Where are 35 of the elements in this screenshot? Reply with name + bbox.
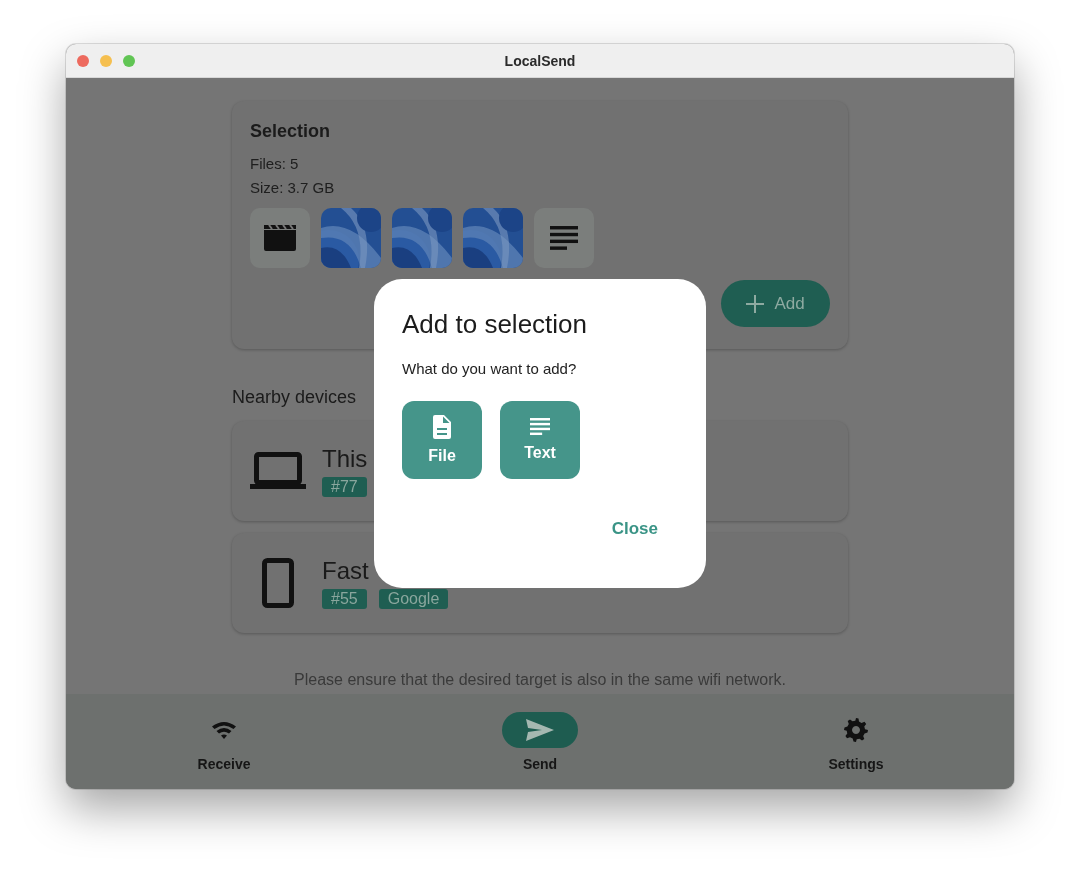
- plus-icon: [746, 294, 765, 313]
- window-title: LocalSend: [504, 52, 576, 69]
- option-button[interactable]: File: [402, 401, 482, 479]
- device-name: Fast: [322, 557, 370, 585]
- device-name: This: [322, 445, 368, 473]
- text-lines-icon: [530, 418, 550, 436]
- device-tag: #77: [322, 477, 367, 497]
- laptop-icon: [250, 452, 306, 490]
- window-control[interactable]: [77, 54, 89, 67]
- clapperboard-icon: [264, 225, 296, 251]
- send-icon: [526, 718, 554, 741]
- hint-text: Please ensure that the desired target is also in the same wifi network.: [293, 671, 787, 689]
- file-size: Size: 3.7 GB: [250, 178, 336, 198]
- option-button[interactable]: Text: [500, 401, 580, 479]
- file-count: Files: 5: [250, 154, 300, 174]
- window-control[interactable]: [123, 54, 135, 67]
- add-button[interactable]: Add: [721, 280, 830, 327]
- section-title: Selection: [250, 121, 332, 142]
- settings-icon: [844, 717, 868, 742]
- nav-tab[interactable]: Receive: [66, 694, 382, 789]
- device-tag: #55: [322, 589, 367, 609]
- file-thumbnail[interactable]: [250, 208, 310, 268]
- section-title: Nearby devices: [232, 387, 358, 408]
- phone-icon: [262, 558, 294, 608]
- document-icon: [433, 415, 451, 439]
- device-tag: Google: [378, 589, 449, 609]
- window-control[interactable]: [100, 54, 112, 67]
- file-thumbnail[interactable]: [534, 208, 594, 268]
- nav-tab[interactable]: Settings: [698, 694, 1014, 789]
- nav-tab[interactable]: Send: [382, 694, 698, 789]
- wifi-icon: [212, 720, 236, 739]
- dialog-title: Add to selection: [402, 309, 588, 340]
- text-lines-icon: [550, 225, 578, 251]
- dialog-message: What do you want to add?: [402, 360, 578, 377]
- close-button[interactable]: Close: [603, 515, 678, 543]
